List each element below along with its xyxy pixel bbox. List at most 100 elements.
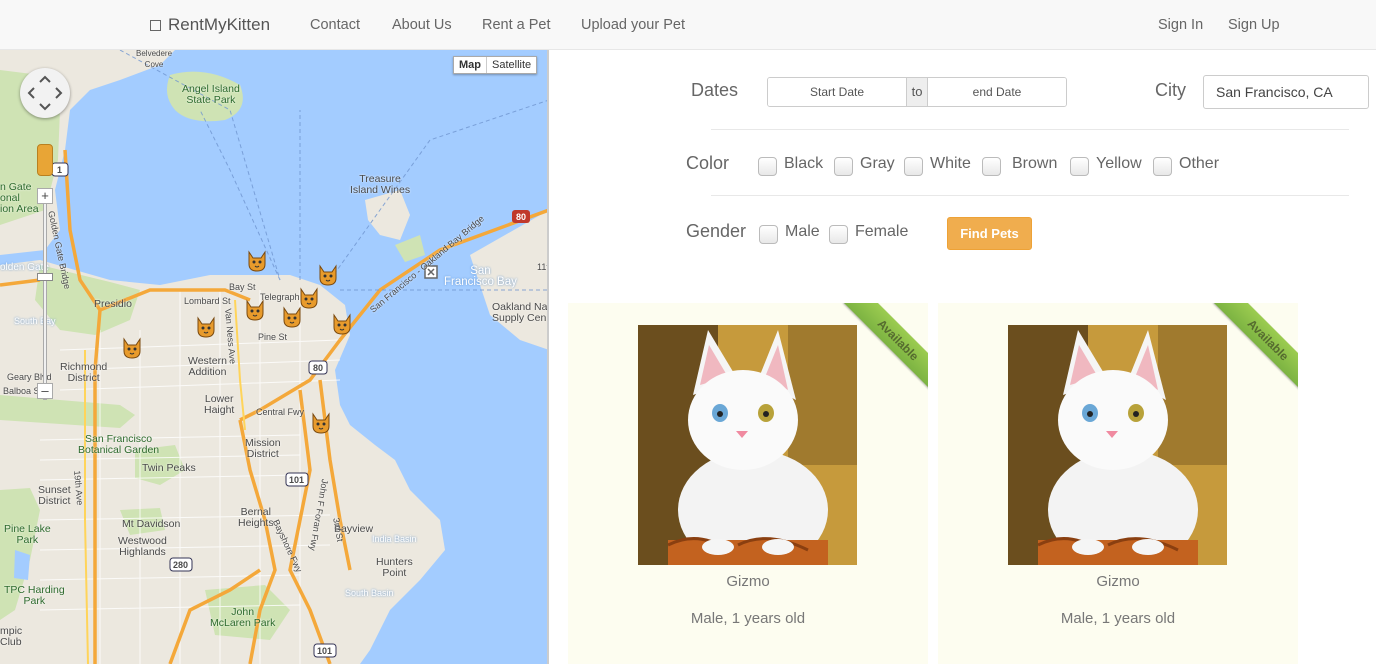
nav-sign-in[interactable]: Sign In — [1158, 0, 1203, 50]
zoom-in-button[interactable]: + — [37, 188, 53, 204]
color-white-label: White — [930, 155, 971, 172]
pet-name[interactable]: Gizmo — [568, 573, 928, 590]
cat-marker-icon[interactable] — [196, 316, 216, 338]
map-label-presidio: Presidio — [94, 298, 132, 310]
gender-label: Gender — [686, 221, 747, 241]
map-type-map-button[interactable]: Map — [454, 57, 487, 73]
zoom-out-button[interactable]: – — [37, 383, 53, 399]
pet-info: Male, 1 years old — [690, 610, 806, 627]
date-range-group: Start Date to end Date — [767, 77, 1067, 107]
color-black-checkbox[interactable] — [758, 157, 777, 176]
gender-female-checkbox[interactable] — [829, 225, 848, 244]
map-label-india-basin: India Basin — [372, 534, 417, 544]
map-label-bernal: Bernal Heights — [238, 506, 274, 529]
nav-about-us[interactable]: About Us — [392, 0, 452, 50]
nav-upload-pet[interactable]: Upload your Pet — [581, 0, 685, 50]
navbar: RentMyKitten Contact About Us Rent a Pet… — [0, 0, 1376, 50]
brand-name: RentMyKitten — [168, 15, 271, 34]
pet-card[interactable]: Gizmo Male, 1 years old Available — [568, 303, 928, 664]
available-ribbon-label: Available — [1213, 303, 1298, 392]
highway-80-shield-a: 80 — [516, 212, 527, 222]
cat-marker-icon[interactable] — [122, 337, 142, 359]
brand-logo[interactable]: RentMyKitten — [150, 0, 270, 50]
find-pets-button[interactable]: Find Pets — [947, 217, 1032, 250]
start-date-input[interactable]: Start Date — [768, 78, 906, 106]
zoom-slider-track[interactable] — [43, 195, 47, 400]
cat-marker-icon[interactable] — [282, 306, 302, 328]
cat-marker-icon[interactable] — [247, 250, 267, 272]
street-view-pegman-icon[interactable] — [37, 144, 53, 176]
brand-square-icon — [150, 19, 161, 31]
city-input[interactable]: San Francisco, CA — [1203, 75, 1369, 109]
map-label-mpic-club: mpic Club — [0, 625, 23, 648]
map-label-pine-st: Pine St — [258, 332, 288, 342]
map-label-tpc: TPC Harding Park — [4, 584, 65, 607]
color-gray-label: Gray — [860, 155, 895, 172]
divider — [711, 129, 1349, 130]
highway-101-shield-a: 101 — [289, 475, 305, 485]
pan-control[interactable] — [20, 68, 70, 118]
color-black-label: Black — [784, 155, 824, 172]
nav-rent-a-pet[interactable]: Rent a Pet — [482, 0, 551, 50]
map-label-11th: 11th — [537, 262, 549, 272]
kitten-photo[interactable] — [1008, 325, 1227, 565]
highway-80-shield-b: 80 — [313, 363, 324, 373]
nav-sign-up[interactable]: Sign Up — [1228, 0, 1280, 50]
city-label: City — [1155, 80, 1186, 100]
color-yellow-checkbox[interactable] — [1070, 157, 1089, 176]
color-other-checkbox[interactable] — [1153, 157, 1172, 176]
color-brown-checkbox[interactable] — [982, 157, 1001, 176]
cat-marker-icon[interactable] — [318, 264, 338, 286]
available-ribbon-label: Available — [843, 303, 928, 392]
map-label-belvedere: Belvedere Cove — [136, 50, 173, 69]
available-ribbon: Available — [841, 303, 928, 392]
gender-male-label: Male — [785, 223, 820, 240]
map-label-central-fwy: Central Fwy — [256, 407, 305, 417]
color-label: Color — [686, 153, 730, 173]
map-label-sunset: Sunset District — [38, 484, 71, 507]
map-label-mission: Mission District — [245, 437, 281, 460]
pet-info: Male, 1 years old — [1060, 610, 1176, 627]
cat-marker-icon[interactable] — [332, 313, 352, 335]
color-other-label: Other — [1179, 155, 1220, 172]
map-label-treasure-island: Treasure Island Wines — [350, 173, 411, 196]
map-label-westwood: Westwood Highlands — [118, 535, 167, 558]
color-yellow-label: Yellow — [1096, 155, 1142, 172]
map-label-lower-haight: Lower Haight — [204, 393, 235, 416]
highway-101-shield-b: 101 — [317, 646, 333, 656]
highway-280-shield: 280 — [173, 560, 189, 570]
cat-marker-icon[interactable] — [245, 299, 265, 321]
map-label-western-addition: Western Addition — [188, 355, 227, 378]
map-label-south-bay: South Bay — [14, 316, 56, 326]
date-to-addon: to — [906, 78, 928, 106]
map-label-mclaren: John McLaren Park — [210, 606, 276, 629]
color-gray-checkbox[interactable] — [834, 157, 853, 176]
zoom-slider-handle[interactable] — [37, 273, 53, 281]
map-type-control: Map Satellite — [453, 56, 538, 74]
kitten-photo[interactable] — [638, 325, 857, 565]
map-label-mt-davidson: Mt Davidson — [122, 518, 181, 530]
map-label-richmond: Richmond District — [60, 361, 108, 384]
dates-label: Dates — [691, 80, 739, 100]
gender-male-checkbox[interactable] — [759, 225, 778, 244]
map-label-sf-bay: San Francisco Bay — [444, 265, 517, 288]
map-base — [0, 50, 547, 664]
pet-name[interactable]: Gizmo — [938, 573, 1298, 590]
map-label-angel-island: Angel Island State Park — [182, 83, 240, 106]
nav-contact[interactable]: Contact — [310, 0, 360, 50]
map-label-golden-gate-rec: n Gate onal ion Area — [0, 181, 39, 215]
cat-marker-icon[interactable] — [311, 412, 331, 434]
pan-arrows-icon — [27, 75, 63, 111]
map-label-hunters-point: Hunters Point — [376, 556, 413, 579]
map-view[interactable]: Belvedere Cove Angel Island State Park T… — [0, 50, 549, 664]
map-label-south-basin: South Basin — [345, 588, 394, 598]
map-label-bay-st: Bay St — [229, 282, 256, 292]
cat-marker-icon[interactable] — [299, 287, 319, 309]
map-label-golden-gate: olden Gate — [0, 262, 49, 273]
pet-card[interactable]: Gizmo Male, 1 years old Available — [938, 303, 1298, 664]
divider — [711, 195, 1349, 196]
end-date-input[interactable]: end Date — [928, 78, 1066, 106]
color-white-checkbox[interactable] — [904, 157, 923, 176]
map-label-telegraph: Telegraph — [260, 292, 300, 302]
map-type-satellite-button[interactable]: Satellite — [487, 57, 536, 73]
